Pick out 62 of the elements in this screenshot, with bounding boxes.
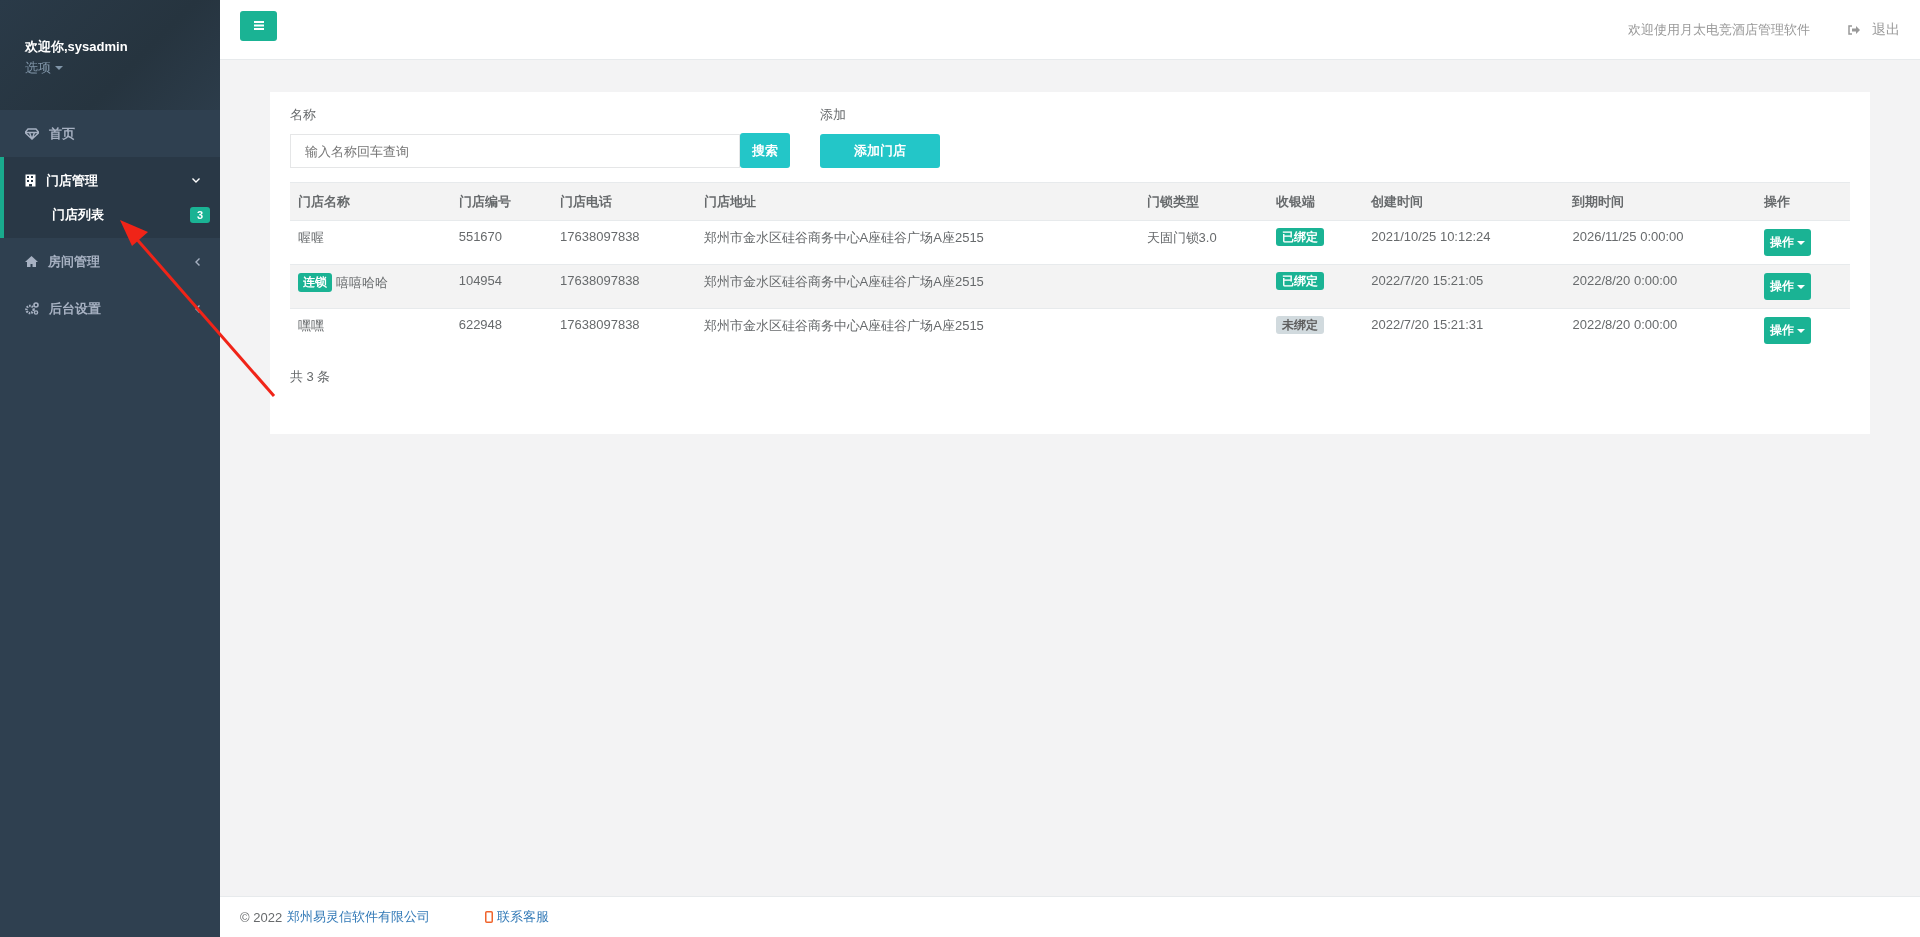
user-greeting: 欢迎你,sysadmin [25,38,129,56]
column-header: 门店电话 [552,182,696,221]
options-dropdown[interactable]: 选项 [25,59,63,77]
column-header: 门店地址 [695,182,1139,221]
store-name: 嘻嘻哈哈 [336,273,388,292]
table-cell: 17638097838 [552,308,696,352]
nav-subitem-label: 门店列表 [52,206,104,224]
table-cell: 2022/7/20 15:21:31 [1363,308,1565,352]
table-cell: 郑州市金水区硅谷商务中心A座硅谷广场A座2515 [695,264,1139,309]
column-header: 门锁类型 [1138,182,1269,221]
table-cell: 104954 [450,264,553,309]
logout-icon [1848,24,1860,35]
gears-icon [25,302,39,315]
name-label: 名称 [290,106,317,124]
column-header: 门店名称 [290,182,451,221]
table-cell: 2022/8/20 0:00:00 [1564,308,1757,352]
column-header: 门店编号 [450,182,553,221]
logout-link[interactable]: 退出 [1848,20,1900,39]
column-header: 收银端 [1268,182,1364,221]
name-search-field[interactable]: 输入名称回车查询 [290,134,740,168]
contact-link[interactable]: 联系客服 [485,908,550,926]
table-cell: 17638097838 [552,220,696,265]
chevron-down-icon [192,178,200,183]
total-count: 共 3 条 [290,368,332,386]
table-cell: 17638097838 [552,264,696,309]
table-cell: 2022/7/20 15:21:05 [1363,264,1565,309]
menu-button[interactable] [240,10,277,41]
table-cell: 郑州市金水区硅谷商务中心A座硅谷广场A座2515 [695,220,1139,265]
chevron-left-icon [195,257,200,266]
add-label: 添加 [820,106,847,124]
table-cell: 551670 [450,220,553,265]
count-badge: 3 [189,207,210,223]
action-dropdown-button[interactable]: 操作 [1764,317,1812,344]
building-icon [25,174,36,187]
column-header: 创建时间 [1363,182,1565,221]
diamond-icon [25,127,39,140]
welcome-text: 欢迎使用月太电竞酒店管理软件 [1628,20,1810,39]
store-name: 喔喔 [298,229,324,247]
nav-item[interactable]: 房间管理 [0,238,220,285]
table-cell: 2021/10/25 10:12:24 [1363,220,1565,265]
table-cell: 天固门锁3.0 [1138,220,1269,265]
table-cell: 2022/8/20 0:00:00 [1564,264,1757,309]
action-dropdown-button[interactable]: 操作 [1764,273,1812,300]
status-badge: 已绑定 [1276,228,1325,246]
action-dropdown-button[interactable]: 操作 [1764,229,1812,256]
status-badge: 已绑定 [1276,272,1325,290]
chain-tag: 连锁 [298,273,332,292]
store-name: 嘿嘿 [298,317,324,335]
table-cell: 2026/11/25 0:00:00 [1564,220,1757,265]
nav-item[interactable]: 后台设置 [0,285,220,332]
home-icon [25,256,38,267]
table-cell: 622948 [450,308,553,352]
nav-item[interactable]: 首页 [0,110,220,157]
column-header: 操作 [1756,182,1850,221]
phone-icon [485,911,494,923]
table-cell: 郑州市金水区硅谷商务中心A座硅谷广场A座2515 [695,308,1139,352]
status-badge: 未绑定 [1276,316,1325,334]
company-link[interactable]: 郑州易灵信软件有限公司 [287,908,431,926]
nav-item[interactable]: 门店管理 [0,157,220,204]
copyright-text: © 2022 [240,909,283,925]
menu-icon [253,21,264,30]
column-header: 到期时间 [1564,182,1757,221]
